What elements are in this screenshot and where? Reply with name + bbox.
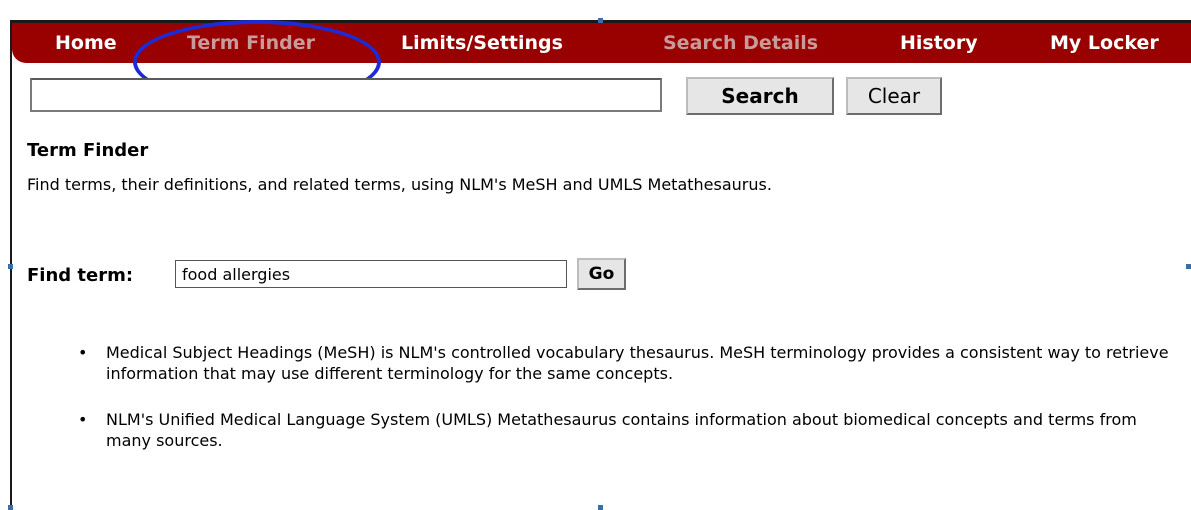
- nav-my-locker[interactable]: My Locker: [1050, 23, 1159, 63]
- page-description: Find terms, their definitions, and relat…: [27, 175, 772, 194]
- list-item: • NLM's Unified Medical Language System …: [76, 409, 1176, 451]
- find-term-label: Find term:: [27, 265, 134, 286]
- search-input[interactable]: [30, 78, 662, 112]
- main-nav-bar: Home Term Finder Limits/Settings Search …: [12, 23, 1191, 63]
- list-item: • Medical Subject Headings (MeSH) is NLM…: [76, 342, 1176, 384]
- nav-limits-settings[interactable]: Limits/Settings: [401, 23, 563, 63]
- find-term-input[interactable]: [175, 260, 567, 288]
- resize-handle-right[interactable]: [1186, 264, 1191, 269]
- list-item-text: Medical Subject Headings (MeSH) is NLM's…: [106, 343, 1169, 383]
- bullet-icon: •: [78, 343, 88, 362]
- nav-home[interactable]: Home: [55, 23, 117, 63]
- bullet-icon: •: [78, 410, 88, 429]
- nav-search-details[interactable]: Search Details: [663, 23, 818, 63]
- nav-history[interactable]: History: [900, 23, 978, 63]
- info-list: • Medical Subject Headings (MeSH) is NLM…: [76, 342, 1176, 476]
- list-item-text: NLM's Unified Medical Language System (U…: [106, 410, 1137, 450]
- search-button[interactable]: Search: [686, 77, 834, 115]
- resize-handle-bottom-left[interactable]: [8, 505, 13, 510]
- resize-handle-left[interactable]: [8, 264, 13, 269]
- go-button[interactable]: Go: [577, 258, 626, 290]
- resize-handle-bottom[interactable]: [598, 505, 603, 510]
- nav-term-finder[interactable]: Term Finder: [187, 23, 315, 63]
- clear-button[interactable]: Clear: [846, 77, 942, 115]
- page-title: Term Finder: [27, 140, 149, 161]
